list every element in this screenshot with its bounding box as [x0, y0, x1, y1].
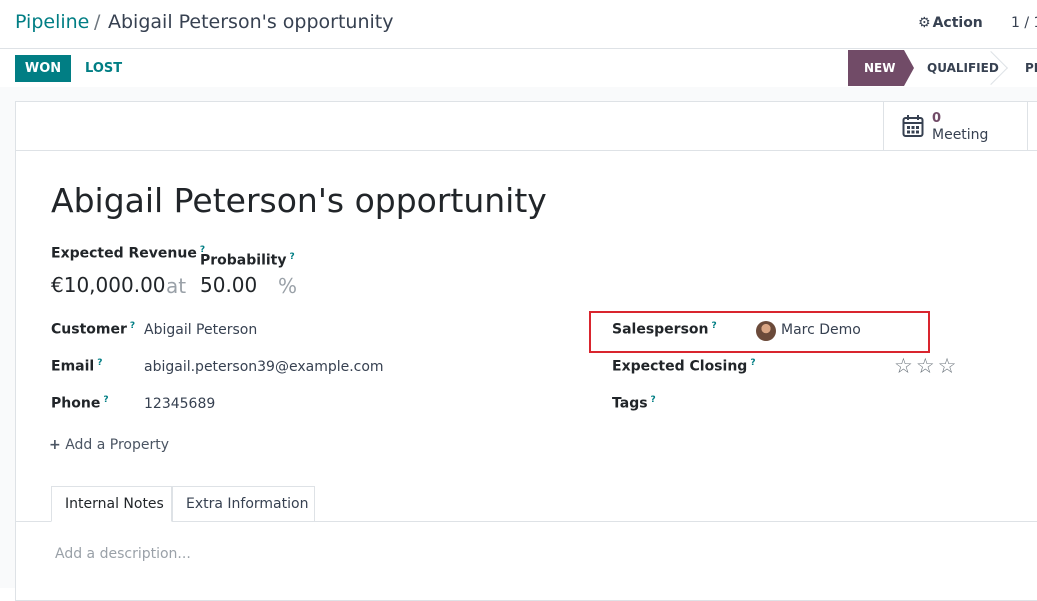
customer-field[interactable]: Abigail Peterson — [144, 322, 257, 338]
help-icon[interactable]: ? — [651, 395, 656, 405]
opportunity-title[interactable]: Abigail Peterson's opportunity — [51, 181, 547, 220]
breadcrumb-pipeline-link[interactable]: Pipeline — [15, 11, 89, 33]
phone-label: Phone? — [51, 395, 109, 412]
add-property-button[interactable]: + Add a Property — [49, 437, 169, 453]
meeting-smart-button[interactable]: 0 Meeting — [883, 102, 1028, 151]
help-icon[interactable]: ? — [103, 395, 108, 405]
control-panel: Pipeline / Abigail Peterson's opportunit… — [0, 0, 1037, 49]
tags-label: Tags? — [612, 395, 656, 412]
add-property-label: Add a Property — [65, 437, 170, 453]
email-field[interactable]: abigail.peterson39@example.com — [144, 359, 384, 375]
tab-extra-information[interactable]: Extra Information — [172, 486, 315, 522]
help-icon[interactable]: ? — [290, 252, 295, 262]
lost-button[interactable]: LOST — [85, 55, 122, 82]
expected-closing-label: Expected Closing? — [612, 358, 756, 375]
at-label: at — [166, 274, 187, 298]
smart-buttons-area: 0 Meeting — [16, 102, 1037, 151]
customer-label: Customer? — [51, 321, 136, 338]
salesperson-field[interactable]: Marc Demo — [781, 322, 861, 338]
email-label: Email? — [51, 358, 103, 375]
won-button[interactable]: WON — [15, 55, 71, 82]
meeting-label: Meeting — [932, 127, 989, 143]
meeting-count: 0 — [932, 111, 942, 126]
description-editor[interactable]: Add a description... — [55, 546, 191, 562]
expected-revenue-label: Expected Revenue? — [51, 245, 206, 262]
salesperson-label: Salesperson? — [612, 321, 717, 338]
percent-sign: % — [278, 274, 298, 298]
form-sheet: 0 Meeting Abigail Peterson's opportunity… — [15, 101, 1037, 601]
help-icon[interactable]: ? — [130, 321, 135, 331]
calendar-icon — [902, 115, 924, 137]
probability-field[interactable]: 50.00 — [200, 273, 257, 297]
tab-internal-notes[interactable]: Internal Notes — [51, 486, 172, 522]
action-menu-button[interactable]: ⚙ Action — [918, 15, 983, 31]
action-label: Action — [932, 15, 983, 31]
pager-value[interactable]: 1 / 1 — [1011, 15, 1037, 31]
breadcrumb-separator: / — [94, 11, 101, 33]
expected-revenue-field[interactable]: €10,000.00 — [51, 273, 166, 297]
help-icon[interactable]: ? — [712, 321, 717, 331]
breadcrumb-current: Abigail Peterson's opportunity — [108, 11, 394, 33]
plus-icon: + — [49, 437, 61, 453]
stage-new[interactable]: NEW — [848, 50, 914, 86]
stage-qualified[interactable]: QUALIFIED — [914, 50, 1010, 86]
priority-star-icons[interactable]: ☆☆☆ — [894, 354, 959, 378]
probability-label: Probability? — [200, 252, 295, 269]
stage-proposition[interactable]: PROPOSITION — [1024, 50, 1037, 86]
gear-icon: ⚙ — [918, 15, 931, 31]
status-bar: WON LOST NEW QUALIFIED PROPOSITION — [0, 49, 1037, 87]
help-icon[interactable]: ? — [750, 358, 755, 368]
help-icon[interactable]: ? — [97, 358, 102, 368]
phone-field[interactable]: 12345689 — [144, 396, 215, 412]
salesperson-avatar — [756, 321, 776, 341]
